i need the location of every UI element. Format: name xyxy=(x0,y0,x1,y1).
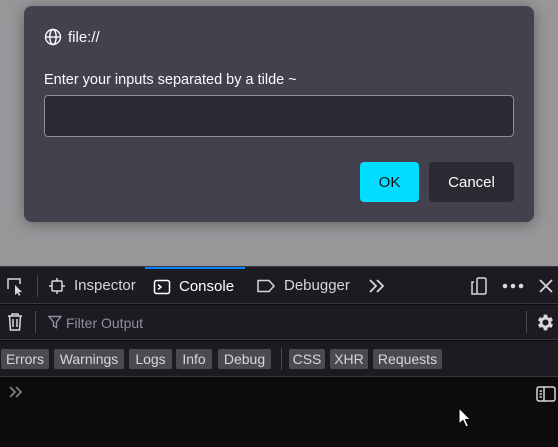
filter-errors-button[interactable]: Errors xyxy=(1,349,49,369)
tab-label: Debugger xyxy=(284,277,350,294)
filter-requests-button[interactable]: Requests xyxy=(373,349,442,369)
close-icon[interactable] xyxy=(536,267,556,304)
filter-debug-button[interactable]: Debug xyxy=(218,349,271,369)
console-prompt-chevron-icon xyxy=(8,386,24,398)
trash-icon[interactable] xyxy=(6,312,24,332)
element-picker-icon[interactable] xyxy=(4,267,26,304)
filter-separator xyxy=(35,311,36,333)
tab-console[interactable]: Console xyxy=(145,267,245,304)
prompt-input[interactable] xyxy=(44,95,514,137)
tab-label: Inspector xyxy=(74,277,136,294)
inspector-icon xyxy=(48,277,66,295)
filter-css-button[interactable]: CSS xyxy=(289,349,325,369)
devtools-toolbar: Inspector Console Debugger xyxy=(0,267,558,304)
tab-label: Console xyxy=(179,278,235,295)
debugger-icon xyxy=(256,277,276,295)
console-output xyxy=(0,378,558,447)
dialog-message: Enter your inputs separated by a tilde ~ xyxy=(44,72,297,88)
filter-logs-button[interactable]: Logs xyxy=(129,349,172,369)
mouse-cursor-icon xyxy=(458,407,472,429)
gear-icon[interactable] xyxy=(535,312,556,333)
more-tools-chevron-icon[interactable] xyxy=(366,267,388,304)
filter-separator xyxy=(281,348,282,370)
filter-info-button[interactable]: Info xyxy=(176,349,212,369)
options-menu-icon[interactable] xyxy=(500,267,526,304)
toolbar-separator xyxy=(37,275,38,297)
filter-output-input[interactable] xyxy=(46,311,516,335)
log-filter-bar: Errors Warnings Logs Info Debug CSS XHR … xyxy=(0,341,558,377)
filter-xhr-button[interactable]: XHR xyxy=(330,349,368,369)
dialog-title: file:// xyxy=(68,28,100,46)
globe-icon xyxy=(44,28,62,46)
prompt-dialog: file:// Enter your inputs separated by a… xyxy=(24,6,534,222)
tab-debugger[interactable]: Debugger xyxy=(248,267,358,304)
cancel-button[interactable]: Cancel xyxy=(429,162,514,202)
tab-inspector[interactable]: Inspector xyxy=(40,267,144,304)
console-filter-bar xyxy=(0,305,558,340)
console-icon xyxy=(153,278,171,296)
filter-separator xyxy=(526,311,527,333)
dialog-header: file:// xyxy=(44,26,100,48)
devtools-panel: Inspector Console Debugger Filter Output… xyxy=(0,266,558,447)
ok-button[interactable]: OK xyxy=(360,162,419,202)
sidebar-toggle-icon[interactable] xyxy=(536,386,556,402)
filter-warnings-button[interactable]: Warnings xyxy=(54,349,124,369)
responsive-design-icon[interactable] xyxy=(468,267,490,304)
console-input-line[interactable] xyxy=(30,380,520,406)
